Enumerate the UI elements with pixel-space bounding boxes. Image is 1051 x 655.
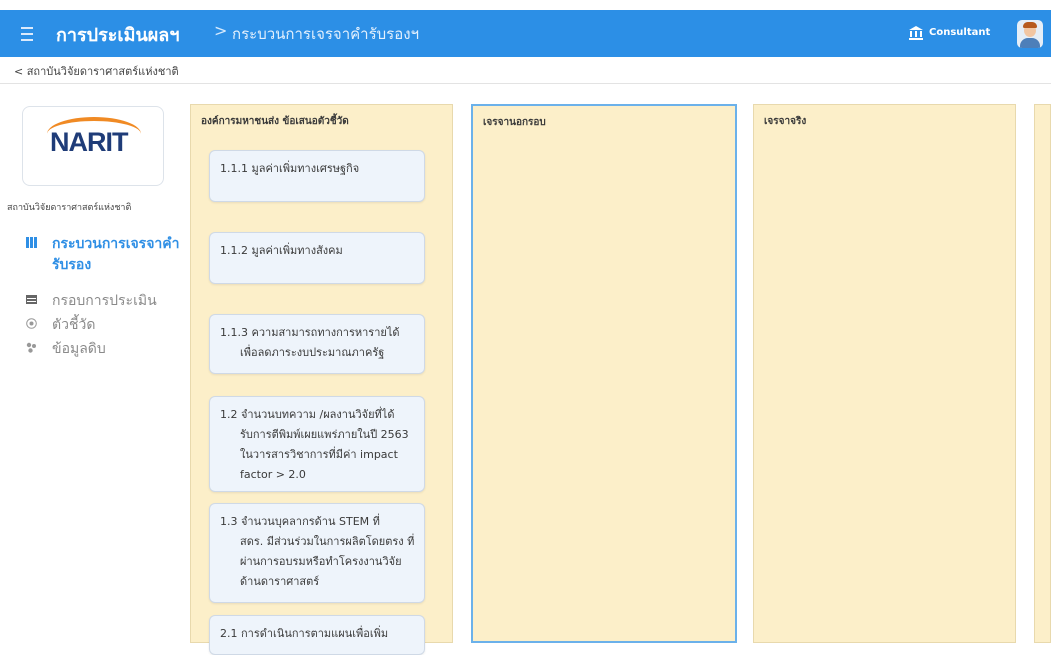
kpi-card[interactable]: 1.1.2 มูลค่าเพิ่มทางสังคม xyxy=(209,232,425,284)
column-actual-negotiation[interactable]: เจรจาจริง xyxy=(753,104,1016,643)
target-icon xyxy=(26,318,37,329)
user-role-label[interactable]: Consultant xyxy=(929,27,990,38)
column-proposal: องค์การมหาชนส่ง ข้อเสนอตัวชี้วัด 1.1.1 ม… xyxy=(190,104,453,655)
column-title: เจรจานอกรอบ xyxy=(483,117,546,128)
columns-icon xyxy=(26,237,37,248)
top-bar: การประเมินผลฯ > กระบวนการเจรจาคำรับรองฯ … xyxy=(0,10,1051,57)
app-title[interactable]: การประเมินผลฯ xyxy=(56,20,179,49)
kpi-card[interactable]: 1.2 จำนวนบทความ /ผลงานวิจัยที่ได้ รับการต… xyxy=(209,396,425,492)
column-title: องค์การมหาชนส่ง ข้อเสนอตัวชี้วัด xyxy=(201,116,349,127)
bank-icon xyxy=(909,26,923,40)
sidebar-item-label: ตัวชี้วัด xyxy=(52,317,96,333)
kpi-card[interactable]: 1.1.3 ความสามารถทางการหารายได้ เพื่อลดภาร… xyxy=(209,314,425,374)
table-icon xyxy=(26,295,37,304)
breadcrumb-back-link[interactable]: < สถาบันวิจัยดาราศาสตร์แห่งชาติ xyxy=(14,62,179,80)
sidebar-item-label: กระบวนการเจรจาคำรับรอง xyxy=(52,236,180,273)
column-title: เจรจาจริง xyxy=(764,116,807,127)
org-name: สถาบันวิจัยดาราศาสตร์แห่งชาติ xyxy=(7,203,132,213)
page-title: กระบวนการเจรจาคำรับรองฯ xyxy=(232,25,419,43)
sidebar-item-label: ข้อมูลดิบ xyxy=(52,341,106,357)
column-informal-negotiation[interactable]: เจรจานอกรอบ xyxy=(471,104,737,643)
sidebar: NARIT สถาบันวิจัยดาราศาสตร์แห่งชาติ กระบ… xyxy=(0,84,190,643)
sidebar-item-label: กรอบการประเมิน xyxy=(52,293,157,309)
org-logo: NARIT xyxy=(22,106,164,186)
database-icon xyxy=(26,342,36,353)
kpi-card[interactable]: 2.1 การดำเนินการตามแผนเพื่อเพิ่ม xyxy=(209,615,425,655)
avatar[interactable] xyxy=(1017,20,1043,48)
kpi-card[interactable]: 1.3 จำนวนบุคลากรด้าน STEM ที่ สดร. มีส่วน… xyxy=(209,503,425,603)
title-separator: > xyxy=(214,21,228,40)
column-next-partial[interactable] xyxy=(1034,104,1051,643)
hamburger-menu-icon[interactable] xyxy=(18,23,38,43)
breadcrumb-bar: < สถาบันวิจัยดาราศาสตร์แห่งชาติ xyxy=(0,57,1051,84)
kpi-card[interactable]: 1.1.1 มูลค่าเพิ่มทางเศรษฐกิจ xyxy=(209,150,425,202)
